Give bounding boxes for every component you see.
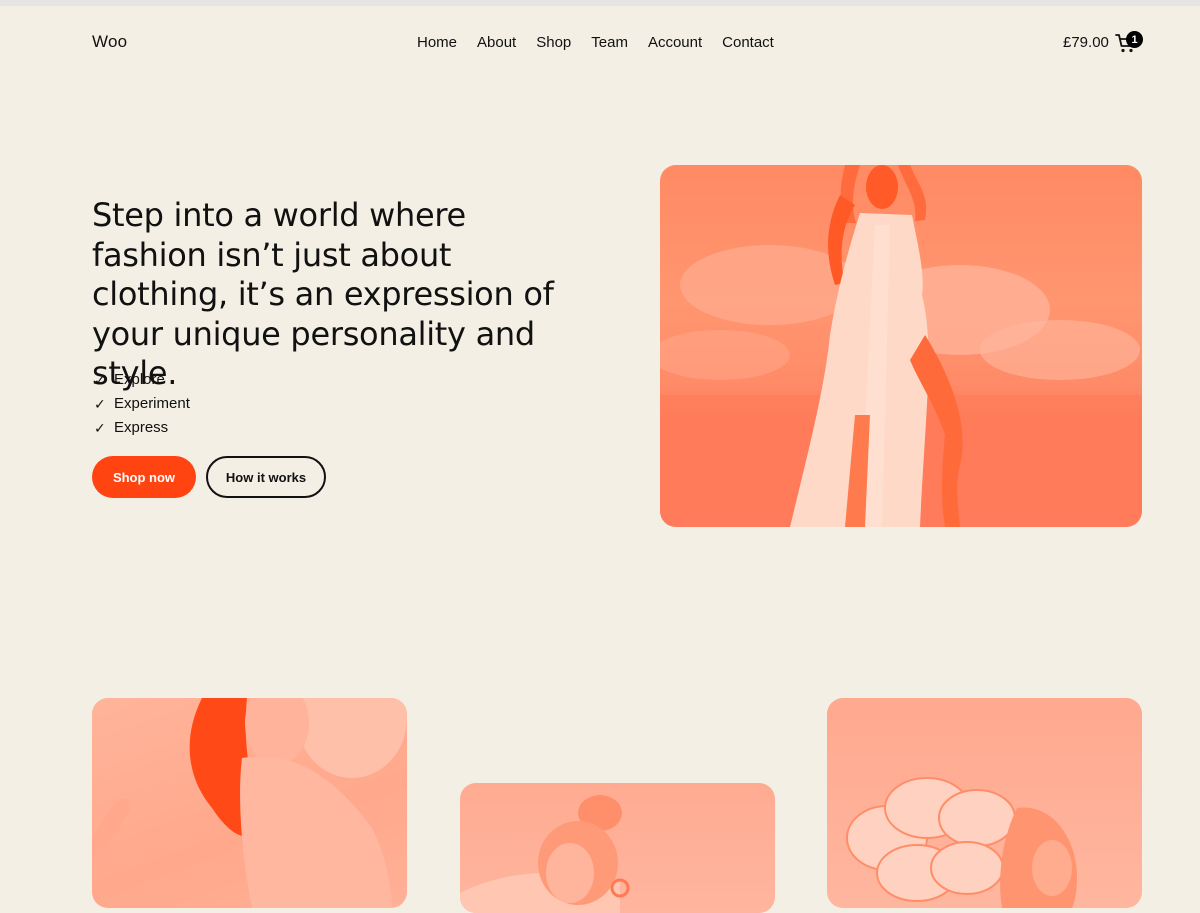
main-nav: Home About Shop Team Account Contact <box>417 34 774 51</box>
cart-count-badge: 1 <box>1126 31 1143 48</box>
nav-contact[interactable]: Contact <box>722 34 774 51</box>
check-icon: ✓ <box>94 396 106 412</box>
check-icon: ✓ <box>94 372 106 388</box>
checklist-item: ✓ Experiment <box>94 392 190 416</box>
checklist-item: ✓ Explore <box>94 368 190 392</box>
nav-about[interactable]: About <box>477 34 516 51</box>
site-logo[interactable]: Woo <box>92 32 127 52</box>
nav-shop[interactable]: Shop <box>536 34 571 51</box>
checklist-item: ✓ Express <box>94 416 190 440</box>
nav-account[interactable]: Account <box>648 34 702 51</box>
gallery-image <box>92 698 407 908</box>
hero-title: Step into a world where fashion isn’t ju… <box>92 196 554 392</box>
how-it-works-button[interactable]: How it works <box>206 456 326 498</box>
nav-team[interactable]: Team <box>591 34 628 51</box>
gallery-image <box>460 783 775 913</box>
shop-now-button[interactable]: Shop now <box>92 456 196 498</box>
cart-total[interactable]: £79.00 <box>1063 34 1109 51</box>
site-header: Woo Home About Shop Team Account Contact… <box>0 6 1200 78</box>
checklist-item-label: Experiment <box>114 395 190 412</box>
checklist-item-label: Explore <box>114 371 165 388</box>
checklist-item-label: Express <box>114 419 169 436</box>
gallery-image <box>827 698 1142 908</box>
check-icon: ✓ <box>94 420 106 436</box>
hero-image <box>660 165 1142 527</box>
hero-checklist: ✓ Explore ✓ Experiment ✓ Express <box>94 368 190 440</box>
nav-home[interactable]: Home <box>417 34 457 51</box>
